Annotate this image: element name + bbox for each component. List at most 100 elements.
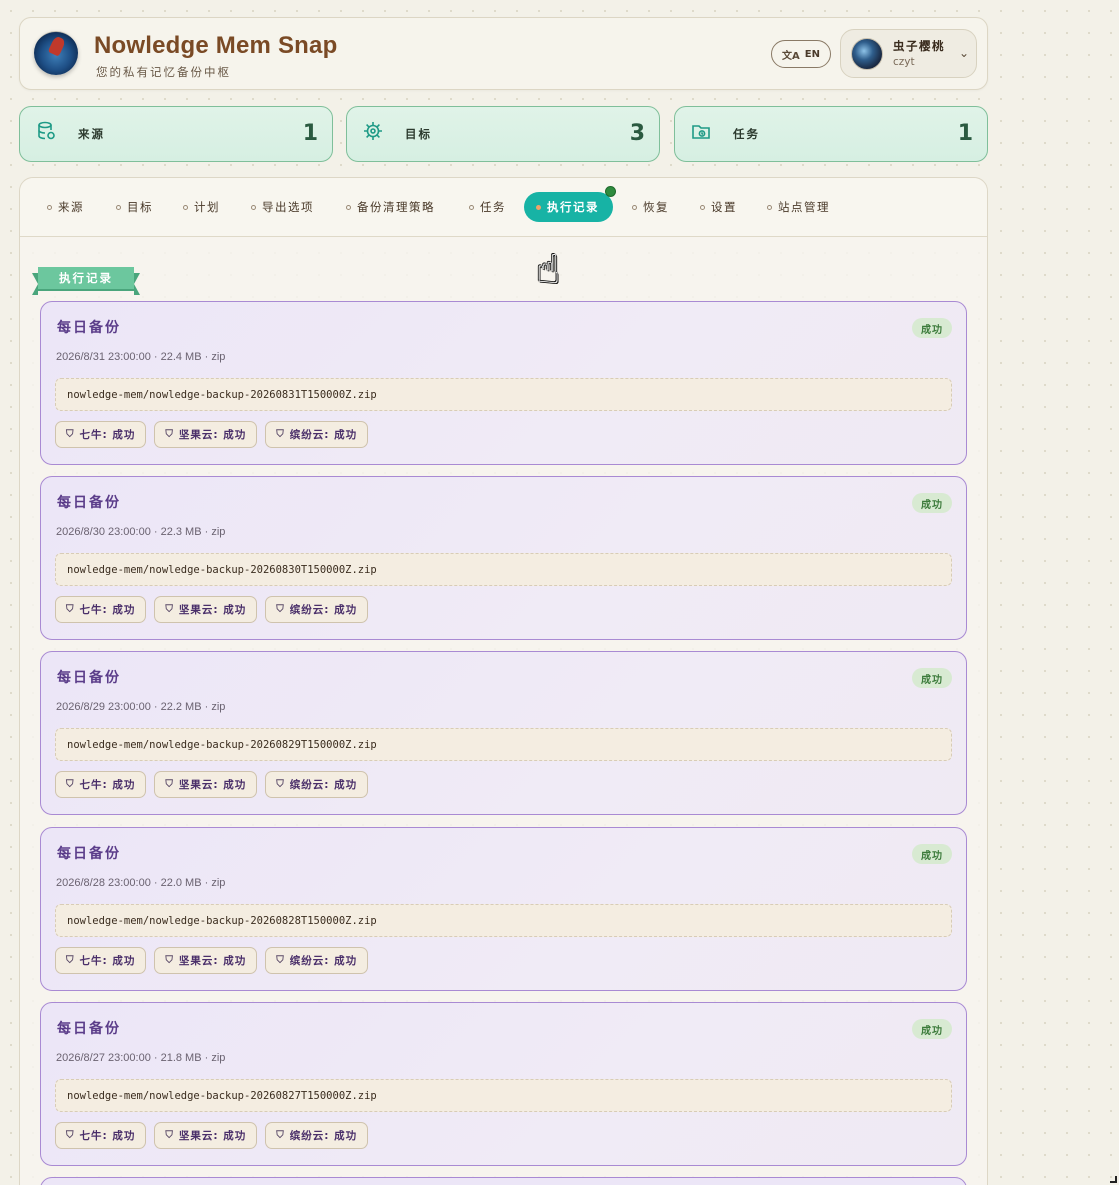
tab-label: 计划 <box>194 200 220 214</box>
hand-cursor-icon: ☝ <box>536 247 561 293</box>
bug-badge-icon <box>605 186 616 197</box>
shield-icon: ⛉ <box>276 604 285 615</box>
target-status-chip: ⛉ 坚果云: 成功 <box>154 771 258 798</box>
tab-execution-records[interactable]: 执行记录 <box>524 186 616 222</box>
tab-dot <box>116 204 121 210</box>
tab-schedule[interactable]: 计划 <box>183 192 220 222</box>
record-path: nowledge-mem/nowledge-backup-20260831T15… <box>55 378 952 411</box>
stat-value: 1 <box>302 121 318 146</box>
record-title: 每日备份 <box>57 1021 121 1037</box>
record-title: 每日备份 <box>57 846 121 862</box>
target-status-chip: ⛉ 缤纷云: 成功 <box>265 947 369 974</box>
app-subtitle: 您的私有记忆备份中枢 <box>96 65 231 79</box>
tab-dot <box>47 204 52 210</box>
tab-site-management[interactable]: 站点管理 <box>767 192 830 222</box>
shield-icon: ⛉ <box>165 1130 174 1141</box>
record-card[interactable]: 每日备份 成功 2026/8/28 23:00:00 · 22.0 MB · z… <box>40 827 967 991</box>
record-card[interactable]: 每日备份 成功 2026/8/30 23:00:00 · 22.3 MB · z… <box>40 476 967 640</box>
tab-label: 恢复 <box>643 200 669 214</box>
record-path: nowledge-mem/nowledge-backup-20260828T15… <box>55 904 952 937</box>
database-icon <box>36 121 58 143</box>
status-badge: 成功 <box>912 668 952 688</box>
stat-card-targets[interactable]: 目标 3 <box>346 106 660 162</box>
translate-icon: 文A <box>782 50 800 62</box>
tab-label: 目标 <box>127 200 153 214</box>
tab-label: 导出选项 <box>262 200 314 214</box>
target-status-chip: ⛉ 坚果云: 成功 <box>154 1122 258 1149</box>
record-card[interactable]: 每日备份 成功 2026/8/29 23:00:00 · 22.2 MB · z… <box>40 651 967 815</box>
status-badge: 成功 <box>912 844 952 864</box>
avatar <box>851 38 883 70</box>
target-status-chip: ⛉ 坚果云: 成功 <box>154 596 258 623</box>
shield-icon: ⛉ <box>66 604 75 615</box>
record-title: 每日备份 <box>57 670 121 686</box>
tab-restore[interactable]: 恢复 <box>632 192 669 222</box>
tab-export-options[interactable]: 导出选项 <box>251 192 314 222</box>
target-status-chip: ⛉ 七牛: 成功 <box>55 771 147 798</box>
app-logo <box>34 31 78 75</box>
user-name: 虫子樱桃 <box>893 39 945 53</box>
record-title: 每日备份 <box>57 320 121 336</box>
tab-targets[interactable]: 目标 <box>116 192 153 222</box>
target-status-chip: ⛉ 缤纷云: 成功 <box>265 421 369 448</box>
record-title: 每日备份 <box>57 495 121 511</box>
stat-label: 目标 <box>405 127 432 141</box>
tab-tasks[interactable]: 任务 <box>469 192 506 222</box>
shield-icon: ⛉ <box>66 1130 75 1141</box>
chevron-down-icon: ⌄ <box>959 46 970 60</box>
target-status-chip: ⛉ 七牛: 成功 <box>55 421 147 448</box>
language-label: EN <box>804 48 820 60</box>
user-menu-button[interactable]: 虫子樱桃 czyt ⌄ <box>840 29 977 78</box>
status-badge: 成功 <box>912 1019 952 1039</box>
shield-icon: ⛉ <box>165 429 174 440</box>
record-path: nowledge-mem/nowledge-backup-20260827T15… <box>55 1079 952 1112</box>
shield-icon: ⛉ <box>165 604 174 615</box>
stat-card-sources[interactable]: 来源 1 <box>19 106 333 162</box>
tab-label: 备份清理策略 <box>357 200 435 214</box>
tab-dot <box>469 204 474 210</box>
target-status-chip: ⛉ 坚果云: 成功 <box>154 421 258 448</box>
record-meta: 2026/8/30 23:00:00 · 22.3 MB · zip <box>56 526 226 538</box>
stat-label: 任务 <box>733 127 760 141</box>
record-card[interactable] <box>40 1177 967 1185</box>
app-title: Nowledge Mem Snap <box>94 32 338 59</box>
record-meta: 2026/8/31 23:00:00 · 22.4 MB · zip <box>56 351 226 363</box>
record-meta: 2026/8/28 23:00:00 · 22.0 MB · zip <box>56 877 226 889</box>
target-status-chip: ⛉ 七牛: 成功 <box>55 1122 147 1149</box>
resize-grip[interactable] <box>1110 1176 1117 1183</box>
section-title-ribbon: 执行记录 <box>32 267 140 295</box>
shield-icon: ⛉ <box>276 1130 285 1141</box>
status-badge: 成功 <box>912 318 952 338</box>
app-header: Nowledge Mem Snap 您的私有记忆备份中枢 文A EN 虫子樱桃 … <box>19 17 988 90</box>
shield-icon: ⛉ <box>165 779 174 790</box>
stat-label: 来源 <box>78 127 105 141</box>
target-status-chip: ⛉ 缤纷云: 成功 <box>265 596 369 623</box>
user-id: czyt <box>893 56 915 68</box>
tab-label: 任务 <box>480 200 506 214</box>
tab-dot <box>700 204 705 210</box>
shield-icon: ⛉ <box>276 429 285 440</box>
tab-dot <box>632 204 637 210</box>
stat-value: 1 <box>957 121 973 146</box>
stat-value: 3 <box>629 121 645 146</box>
tab-label: 执行记录 <box>547 200 599 214</box>
shield-icon: ⛉ <box>66 429 75 440</box>
target-status-chip: ⛉ 七牛: 成功 <box>55 947 147 974</box>
tab-settings[interactable]: 设置 <box>700 192 737 222</box>
language-toggle-button[interactable]: 文A EN <box>771 40 831 68</box>
tab-label: 设置 <box>711 200 737 214</box>
tab-sources[interactable]: 来源 <box>47 192 84 222</box>
shield-icon: ⛉ <box>66 779 75 790</box>
tab-dot <box>346 204 351 210</box>
tab-label: 来源 <box>58 200 84 214</box>
shield-icon: ⛉ <box>276 779 285 790</box>
tab-dot <box>183 204 188 210</box>
record-card[interactable]: 每日备份 成功 2026/8/31 23:00:00 · 22.4 MB · z… <box>40 301 967 465</box>
record-meta: 2026/8/29 23:00:00 · 22.2 MB · zip <box>56 701 226 713</box>
record-card[interactable]: 每日备份 成功 2026/8/27 23:00:00 · 21.8 MB · z… <box>40 1002 967 1166</box>
stat-card-tasks[interactable]: 任务 1 <box>674 106 988 162</box>
record-path: nowledge-mem/nowledge-backup-20260830T15… <box>55 553 952 586</box>
tab-dot <box>251 204 256 210</box>
tab-cleanup-policy[interactable]: 备份清理策略 <box>346 192 435 222</box>
tab-label: 站点管理 <box>778 200 830 214</box>
